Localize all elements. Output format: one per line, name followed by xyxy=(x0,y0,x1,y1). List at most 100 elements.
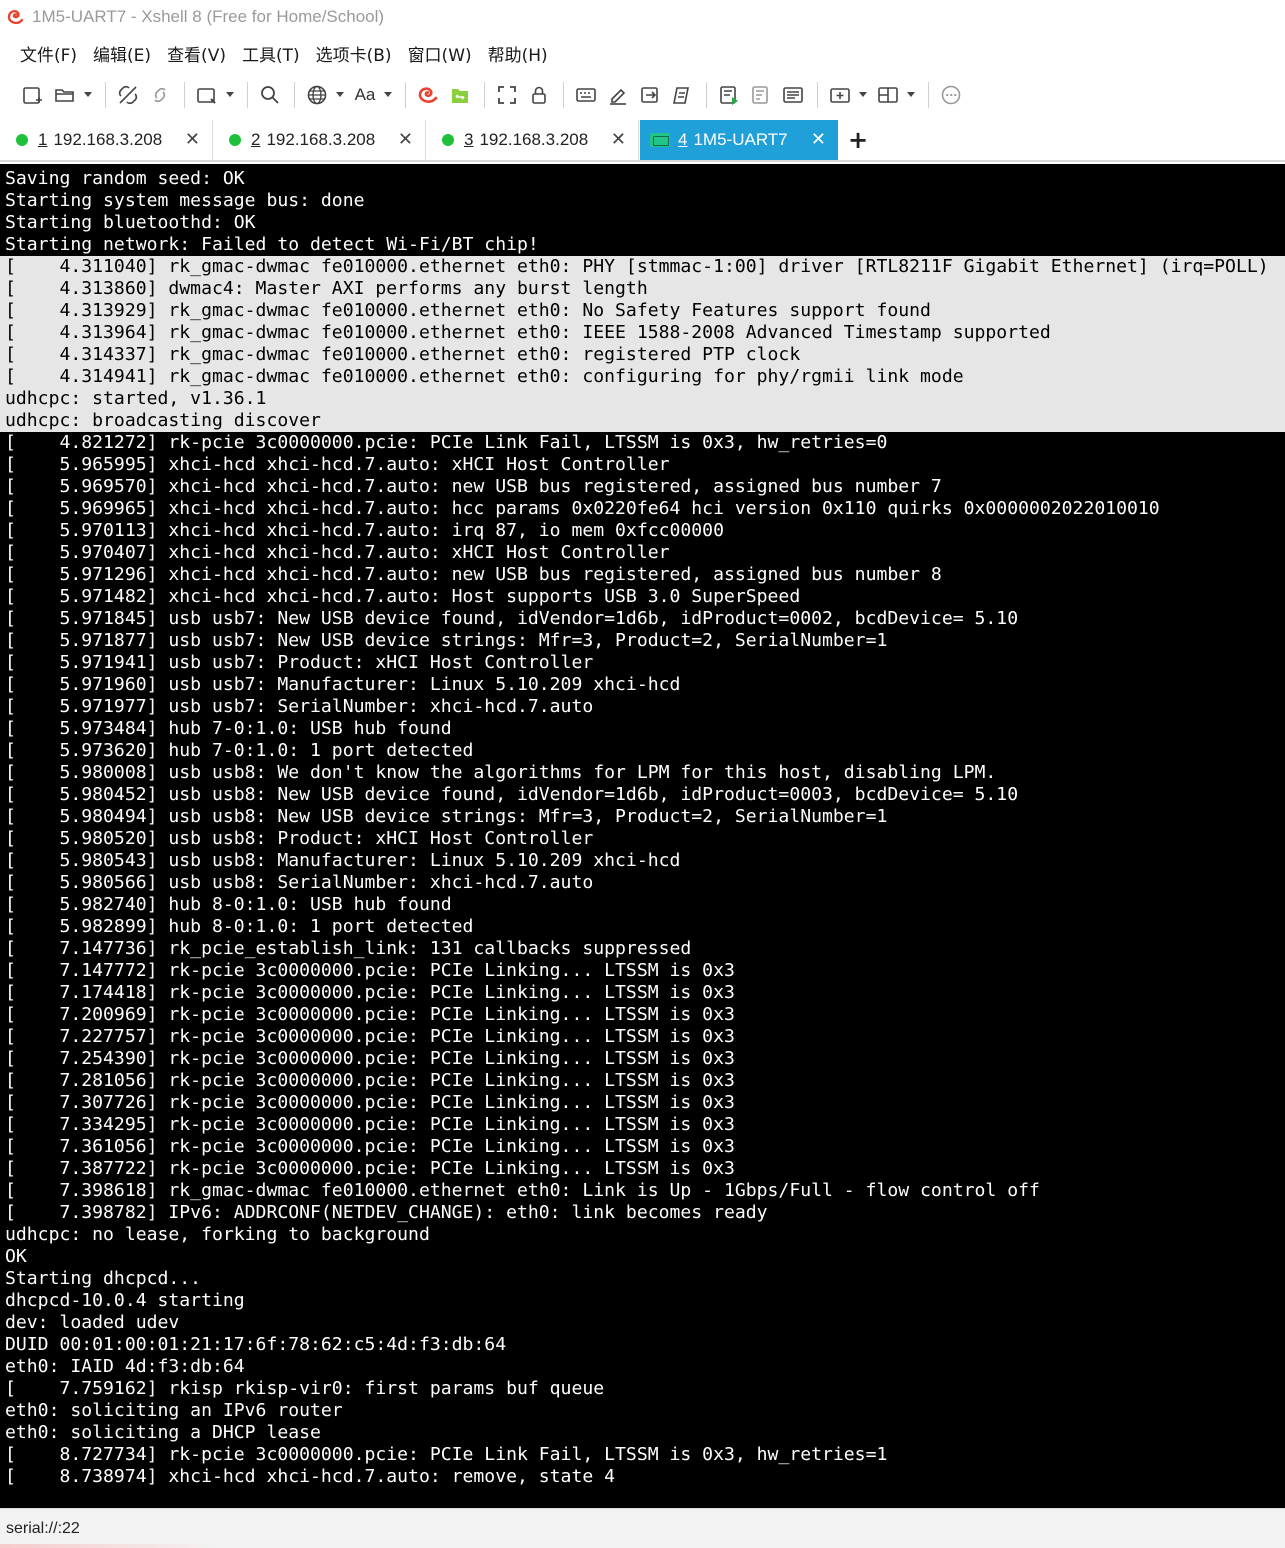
serial-port-icon xyxy=(650,133,670,147)
disconnect-icon[interactable] xyxy=(113,79,143,111)
globe-encoding-icon[interactable] xyxy=(302,79,332,111)
fullscreen-icon[interactable] xyxy=(492,79,522,111)
tab-number: 1 xyxy=(38,130,48,149)
terminal-line: eth0: soliciting a DHCP lease xyxy=(5,1422,321,1443)
terminal-line: [ 7.361056] rk-pcie 3c0000000.pcie: PCIe… xyxy=(5,1136,735,1157)
terminal-line: [ 7.398618] rk_gmac-dwmac fe010000.ether… xyxy=(5,1180,1040,1201)
close-icon[interactable]: ✕ xyxy=(185,129,200,150)
terminal-line: [ 5.971845] usb usb7: New USB device fou… xyxy=(5,608,1019,629)
quick-commands-icon[interactable] xyxy=(778,79,808,111)
connected-status-icon xyxy=(16,134,28,146)
terminal-line: [ 5.980008] usb usb8: We don't know the … xyxy=(5,762,997,783)
toolbar-divider xyxy=(928,82,929,108)
compose-bar-icon[interactable] xyxy=(746,79,776,111)
terminal-line: [ 7.281056] rk-pcie 3c0000000.pcie: PCIe… xyxy=(5,1070,735,1091)
keyboard-icon[interactable] xyxy=(571,79,601,111)
open-folder-icon[interactable] xyxy=(50,79,80,111)
close-icon[interactable]: ✕ xyxy=(611,129,626,150)
toolbar-divider xyxy=(184,82,185,108)
terminal-output[interactable]: Saving random seed: OK Starting system me… xyxy=(0,164,1285,1508)
toolbar-divider xyxy=(706,82,707,108)
connected-status-icon xyxy=(229,134,241,146)
toolbar-divider xyxy=(247,82,248,108)
reconnect-icon[interactable] xyxy=(145,79,175,111)
terminal-line: dev: loaded udev xyxy=(5,1312,180,1333)
tab-session-1[interactable]: 1 192.168.3.208 ✕ xyxy=(0,120,213,160)
layout-icon[interactable] xyxy=(873,79,903,111)
session-manager-icon[interactable] xyxy=(192,79,222,111)
toolbar: Aa xyxy=(0,72,1285,118)
terminal-line: [ 5.970113] xhci-hcd xhci-hcd.7.auto: ir… xyxy=(5,520,724,541)
terminal-line: [ 5.971977] usb usb7: SerialNumber: xhci… xyxy=(5,696,594,717)
menu-window[interactable]: 窗口(W) xyxy=(408,41,472,66)
menu-view[interactable]: 查看(V) xyxy=(167,41,226,66)
menu-file[interactable]: 文件(F) xyxy=(20,41,77,66)
terminal-line: [ 7.174418] rk-pcie 3c0000000.pcie: PCIe… xyxy=(5,982,735,1003)
transfer-icon[interactable] xyxy=(635,79,665,111)
new-tab-icon[interactable] xyxy=(825,79,855,111)
new-tab-dropdown-icon[interactable] xyxy=(857,79,869,111)
toolbar-divider xyxy=(817,82,818,108)
highlight-pen-icon[interactable] xyxy=(603,79,633,111)
lock-icon[interactable] xyxy=(524,79,554,111)
terminal-line: Starting network: Failed to detect Wi-Fi… xyxy=(5,234,539,255)
terminal-line: [ 5.971296] xhci-hcd xhci-hcd.7.auto: ne… xyxy=(5,564,942,585)
terminal-line: [ 4.313860] dwmac4: Master AXI performs … xyxy=(0,278,1285,300)
menu-edit[interactable]: 编辑(E) xyxy=(93,41,151,66)
terminal-line: [ 7.307726] rk-pcie 3c0000000.pcie: PCIe… xyxy=(5,1092,735,1113)
terminal-line: Starting bluetoothd: OK xyxy=(5,212,256,233)
xshell-red-icon[interactable] xyxy=(413,79,443,111)
tab-bar: 1 192.168.3.208 ✕ 2 192.168.3.208 ✕ 3 19… xyxy=(0,120,1285,162)
terminal-line: [ 5.965995] xhci-hcd xhci-hcd.7.auto: xH… xyxy=(5,454,670,475)
tab-session-2[interactable]: 2 192.168.3.208 ✕ xyxy=(213,120,426,160)
encoding-dropdown-icon[interactable] xyxy=(334,79,346,111)
terminal-line: [ 5.980520] usb usb8: Product: xHCI Host… xyxy=(5,828,594,849)
terminal-line: [ 5.971960] usb usb7: Manufacturer: Linu… xyxy=(5,674,681,695)
layout-dropdown-icon[interactable] xyxy=(905,79,917,111)
terminal-line: udhcpc: broadcasting discover xyxy=(0,410,1285,432)
script-icon[interactable] xyxy=(667,79,697,111)
terminal-line: eth0: IAID 4d:f3:db:64 xyxy=(5,1356,245,1377)
terminal-line: [ 7.147736] rk_pcie_establish_link: 131 … xyxy=(5,938,692,959)
terminal-line: [ 5.982899] hub 8-0:1.0: 1 port detected xyxy=(5,916,474,937)
terminal-line: [ 5.982740] hub 8-0:1.0: USB hub found xyxy=(5,894,452,915)
terminal-line: Saving random seed: OK xyxy=(5,168,245,189)
tab-label: 1M5-UART7 xyxy=(693,130,788,149)
menu-help[interactable]: 帮助(H) xyxy=(488,41,548,66)
xftp-green-icon[interactable] xyxy=(445,79,475,111)
toolbar-divider xyxy=(294,82,295,108)
add-tab-button[interactable]: + xyxy=(848,126,868,154)
font-button[interactable]: Aa xyxy=(350,79,380,111)
compose-run-icon[interactable] xyxy=(714,79,744,111)
menu-tools[interactable]: 工具(T) xyxy=(242,41,300,66)
font-dropdown-icon[interactable] xyxy=(382,79,394,111)
terminal-line: [ 7.227757] rk-pcie 3c0000000.pcie: PCIe… xyxy=(5,1026,735,1047)
close-icon[interactable]: ✕ xyxy=(398,129,413,150)
terminal-line: [ 7.147772] rk-pcie 3c0000000.pcie: PCIe… xyxy=(5,960,735,981)
chat-icon[interactable] xyxy=(936,79,966,111)
terminal-line: [ 5.971482] xhci-hcd xhci-hcd.7.auto: Ho… xyxy=(5,586,801,607)
terminal-line: [ 4.311040] rk_gmac-dwmac fe010000.ether… xyxy=(0,256,1285,278)
tab-session-4[interactable]: 4 1M5-UART7 ✕ xyxy=(640,120,838,160)
tab-session-3[interactable]: 3 192.168.3.208 ✕ xyxy=(426,120,639,160)
terminal-line: eth0: soliciting an IPv6 router xyxy=(5,1400,343,1421)
tab-label: 192.168.3.208 xyxy=(53,130,163,149)
toolbar-divider xyxy=(105,82,106,108)
terminal-line: [ 5.971877] usb usb7: New USB device str… xyxy=(5,630,888,651)
close-icon[interactable]: ✕ xyxy=(811,129,826,150)
terminal-line: [ 5.973620] hub 7-0:1.0: 1 port detected xyxy=(5,740,474,761)
menu-tabs[interactable]: 选项卡(B) xyxy=(316,41,392,66)
terminal-line: [ 4.821272] rk-pcie 3c0000000.pcie: PCIe… xyxy=(5,432,888,453)
search-icon[interactable] xyxy=(255,79,285,111)
terminal-line: udhcpc: started, v1.36.1 xyxy=(0,388,1285,410)
tab-label: 192.168.3.208 xyxy=(266,130,376,149)
terminal-line: [ 8.727734] rk-pcie 3c0000000.pcie: PCIe… xyxy=(5,1444,888,1465)
new-session-icon[interactable] xyxy=(18,79,48,111)
open-dropdown-icon[interactable] xyxy=(82,79,94,111)
toolbar-divider xyxy=(484,82,485,108)
terminal-line: Starting dhcpcd... xyxy=(5,1268,202,1289)
xshell-logo-icon xyxy=(6,7,26,27)
session-dropdown-icon[interactable] xyxy=(224,79,236,111)
terminal-line: [ 5.969965] xhci-hcd xhci-hcd.7.auto: hc… xyxy=(5,498,1160,519)
tab-number: 4 xyxy=(678,130,688,149)
